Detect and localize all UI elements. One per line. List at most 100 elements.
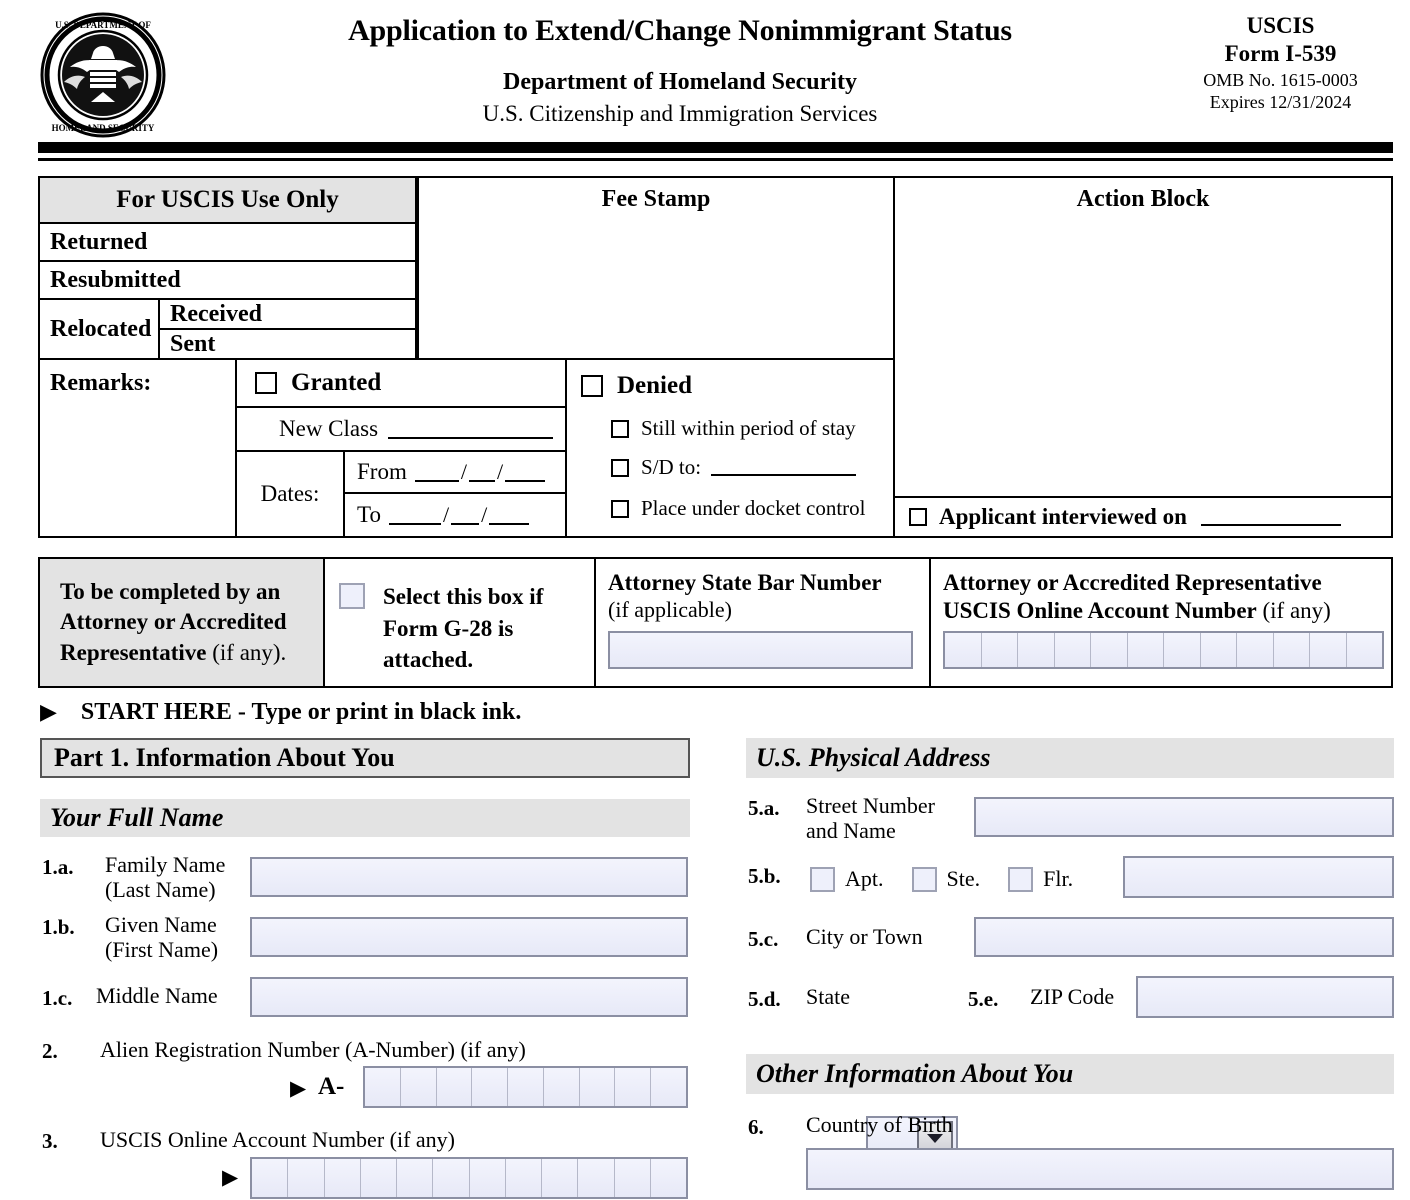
to-year-input[interactable]: [489, 506, 530, 525]
fee-stamp-cell: Fee Stamp: [417, 178, 895, 360]
docket-checkbox[interactable]: [611, 499, 629, 518]
g28-line-3: attached.: [383, 647, 474, 673]
start-here: ▶ START HERE - Type or print in black in…: [40, 696, 740, 728]
attorney-online-acct-cell: Attorney or Accredited Representative US…: [931, 559, 1391, 686]
applicant-interviewed-checkbox[interactable]: [909, 508, 927, 526]
interviewed-date-input[interactable]: [1200, 508, 1341, 526]
header-divider-thick: [38, 142, 1393, 153]
alien-number-input[interactable]: [363, 1066, 688, 1108]
alien-arrow-icon: ▶: [290, 1076, 307, 1100]
sd-to-checkbox[interactable]: [611, 458, 629, 477]
dates-from-row: From / /: [345, 452, 567, 494]
field-6-label: Country of Birth: [806, 1112, 953, 1137]
part1-heading: Part 1. Information About You: [40, 738, 690, 778]
given-name-input[interactable]: [250, 917, 688, 957]
field-3-label: USCIS Online Account Number (if any): [100, 1127, 455, 1152]
to-month-input[interactable]: [388, 506, 441, 525]
field-1a-label: Family Name (Last Name): [105, 852, 226, 902]
from-day-input[interactable]: [468, 463, 495, 482]
apt-label: Apt.: [845, 865, 884, 891]
uscis-use-only-title: For USCIS Use Only: [40, 178, 417, 224]
g28-line-1: Select this box if: [383, 584, 544, 609]
street-address-input[interactable]: [974, 797, 1394, 837]
to-day-input[interactable]: [451, 506, 480, 525]
svg-text:U.S. DEPARTMENT OF: U.S. DEPARTMENT OF: [55, 20, 151, 30]
action-block-cell: Action Block: [895, 178, 1391, 498]
start-here-text: START HERE - Type or print in black ink.: [80, 698, 522, 725]
date-sep-4: /: [481, 502, 488, 527]
zip-code-input[interactable]: [1136, 976, 1394, 1018]
attorney-bar-input[interactable]: [608, 630, 913, 669]
apt-checkbox[interactable]: [810, 866, 835, 892]
dates-to-row: To / /: [345, 494, 567, 536]
sd-to-row: S/D to:: [567, 441, 893, 480]
country-of-birth-input[interactable]: [806, 1148, 1394, 1190]
row-sent: Sent: [160, 330, 417, 360]
row-returned: Returned: [40, 224, 417, 262]
middle-name-input[interactable]: [250, 977, 688, 1017]
flr-label: Flr.: [1043, 865, 1074, 891]
form-number: Form I-539: [1224, 41, 1337, 67]
flr-checkbox[interactable]: [1008, 866, 1034, 892]
date-sep-2: /: [496, 459, 504, 484]
your-full-name-heading: Your Full Name: [40, 799, 690, 837]
header-titles: Application to Extend/Change Nonimmigran…: [180, 14, 1180, 127]
field-5d-label: State: [806, 984, 850, 1009]
field-2-number: 2.: [42, 1039, 58, 1063]
still-within-checkbox[interactable]: [611, 419, 629, 438]
g28-line-2: Form G-28 is: [383, 615, 514, 641]
other-information-heading: Other Information About You: [746, 1054, 1394, 1094]
unit-type-group: Apt. Ste. Flr.: [810, 864, 1150, 894]
denied-row: Denied: [567, 360, 893, 400]
sd-to-input[interactable]: [711, 459, 857, 476]
ste-checkbox[interactable]: [911, 866, 937, 892]
field-5d-number: 5.d.: [748, 987, 781, 1011]
svg-text:HOMELAND SECURITY: HOMELAND SECURITY: [52, 123, 155, 133]
dates-label-cell: Dates:: [237, 452, 345, 536]
attorney-line-3: Representative: [60, 639, 207, 665]
field-5b-number: 5.b.: [748, 864, 781, 888]
field-2-label: Alien Registration Number (A-Number) (if…: [100, 1037, 526, 1062]
field-6-number: 6.: [748, 1115, 764, 1139]
g28-cell: Select this box if Form G-28 is attached…: [325, 559, 596, 686]
unit-number-input[interactable]: [1123, 856, 1394, 898]
from-month-input[interactable]: [414, 463, 459, 482]
date-sep-3: /: [442, 502, 450, 527]
row-received: Received: [160, 300, 417, 330]
new-class-input[interactable]: [388, 419, 554, 439]
attorney-bar-sublabel: (if applicable): [608, 596, 732, 622]
attorney-completed-by-cell: To be completed by an Attorney or Accred…: [40, 559, 325, 686]
form-page: U.S. DEPARTMENT OF HOMELAND SECURITY App…: [0, 0, 1410, 1200]
field-1b-number: 1.b.: [42, 915, 75, 939]
date-sep-1: /: [460, 459, 467, 484]
denied-column: Denied Still within period of stay S/D t…: [567, 360, 895, 536]
attorney-bar-label: Attorney State Bar Number: [608, 570, 882, 595]
field-3-number: 3.: [42, 1129, 58, 1153]
attorney-bar-cell: Attorney State Bar Number (if applicable…: [596, 559, 931, 686]
field-5c-number: 5.c.: [748, 927, 779, 951]
header-divider-thin: [38, 158, 1393, 161]
start-here-arrow-icon: ▶: [40, 699, 57, 724]
g28-checkbox[interactable]: [339, 583, 365, 609]
new-class-row: New Class: [237, 408, 567, 452]
field-5e-number: 5.e.: [968, 987, 999, 1011]
city-input[interactable]: [974, 917, 1394, 957]
denied-checkbox[interactable]: [581, 375, 603, 397]
agency-dhs: Department of Homeland Security: [503, 69, 857, 95]
uscis-online-account-input[interactable]: [250, 1157, 688, 1199]
field-5c-label: City or Town: [806, 924, 923, 949]
attorney-online-acct-input[interactable]: [943, 631, 1384, 670]
docket-row: Place under docket control: [567, 480, 893, 521]
attorney-online-label-2b: (if any): [1256, 598, 1331, 624]
from-year-input[interactable]: [505, 463, 546, 482]
family-name-input[interactable]: [250, 857, 688, 897]
agency-abbr: USCIS: [1246, 13, 1315, 38]
expiry-date: Expires 12/31/2024: [1209, 91, 1352, 112]
attorney-online-label-1: Attorney or Accredited Representative: [943, 570, 1322, 595]
dhs-seal-icon: U.S. DEPARTMENT OF HOMELAND SECURITY: [40, 12, 166, 138]
us-physical-address-heading: U.S. Physical Address: [746, 738, 1394, 778]
field-5a-label: Street Number and Name: [806, 793, 935, 843]
granted-checkbox[interactable]: [255, 372, 277, 394]
granted-row: Granted: [237, 360, 567, 408]
field-5a-number: 5.a.: [748, 796, 780, 820]
